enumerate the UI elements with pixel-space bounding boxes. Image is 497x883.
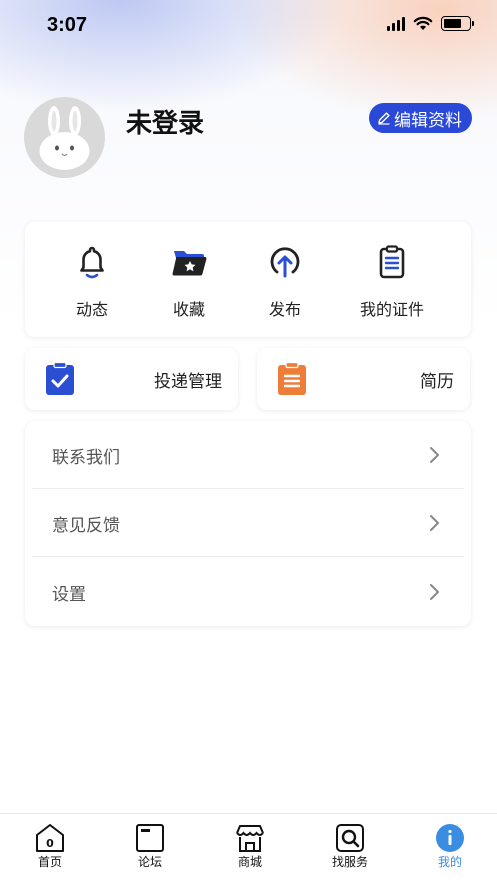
profile-header: 未登录 编辑资料 [24,97,474,179]
menu-item-feedback[interactable]: 意见反馈 [32,489,464,557]
quick-action-my-documents[interactable]: 我的证件 [337,222,447,337]
menu-item-contact-us[interactable]: 联系我们 [32,421,464,489]
resume-card[interactable]: 简历 [257,348,470,410]
resume-label: 简历 [420,372,454,392]
quick-action-publish[interactable]: 发布 [230,222,340,337]
upload-circle-icon [270,247,300,278]
clipboard-list-icon [379,245,405,279]
quick-action-label: 收藏 [172,300,205,319]
quick-action-favorites[interactable]: 收藏 [134,222,244,337]
chevron-right-icon [430,515,439,531]
settings-menu: 联系我们 意见反馈 设置 [25,421,471,626]
tab-mine[interactable]: 我的 [400,814,497,883]
forum-icon [136,824,164,852]
store-icon [236,825,264,852]
tab-home[interactable]: 0 首页 [0,814,100,883]
tab-find-service[interactable]: 找服务 [300,814,400,883]
clipboard-document-icon [278,362,306,395]
search-service-icon [336,824,364,852]
quick-action-label: 我的证件 [359,300,424,319]
status-time: 3:07 [47,14,88,36]
edit-profile-label: 编辑资料 [394,110,462,131]
chevron-right-icon [430,447,439,463]
profile-icon [436,824,464,852]
quick-action-dynamics[interactable]: 动态 [37,222,147,337]
quick-actions-card: 动态 收藏 发布 我的证件 [25,222,471,337]
delivery-management-card[interactable]: 投递管理 [25,348,238,410]
quick-action-label: 发布 [268,300,301,319]
status-icons [387,16,474,31]
username: 未登录 [126,109,205,139]
battery-icon [441,16,474,31]
avatar[interactable] [24,97,105,178]
bottom-tab-bar: 0 首页 论坛 商城 找服务 我的 [0,813,497,883]
menu-item-label: 联系我们 [52,448,120,468]
edit-profile-button[interactable]: 编辑资料 [369,103,472,133]
home-icon: 0 [36,824,64,852]
tab-label: 我的 [437,855,462,869]
cellular-signal-icon [387,16,405,31]
rabbit-avatar-icon [39,106,90,170]
pencil-icon [378,112,390,125]
clipboard-check-icon [46,362,74,395]
folder-star-icon [172,251,207,276]
tab-label: 首页 [37,855,62,869]
home-badge: 0 [46,837,54,850]
bell-icon [80,246,104,279]
menu-item-label: 设置 [52,585,86,605]
tab-label: 商城 [237,855,262,869]
tab-label: 论坛 [137,855,162,869]
status-bar: 3:07 [0,0,497,54]
tab-store[interactable]: 商城 [200,814,300,883]
quick-action-label: 动态 [75,300,108,319]
wifi-icon [413,16,433,30]
tab-label: 找服务 [331,855,368,869]
tab-forum[interactable]: 论坛 [100,814,200,883]
menu-item-settings[interactable]: 设置 [32,558,464,626]
delivery-management-label: 投递管理 [154,372,222,392]
menu-item-label: 意见反馈 [52,516,120,536]
chevron-right-icon [430,584,439,600]
